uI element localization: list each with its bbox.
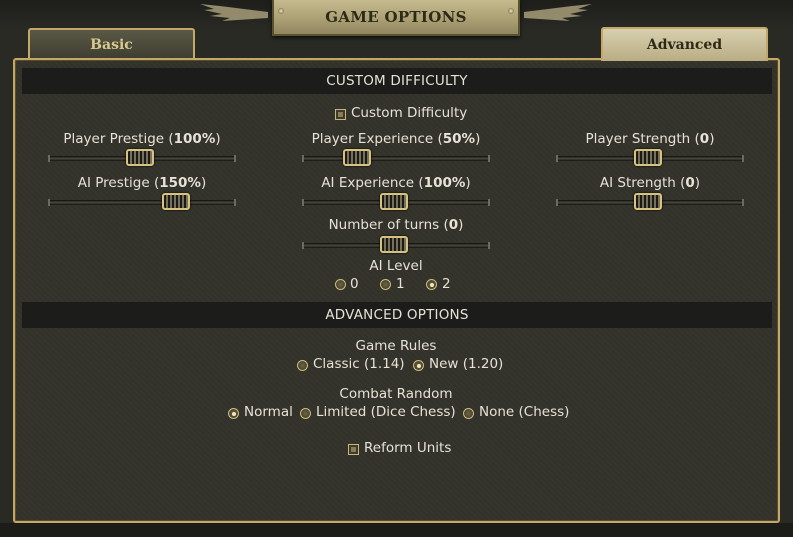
player-experience-label: Player Experience (50%): [311, 131, 481, 147]
game-rules-option-new: New (1.20): [429, 356, 504, 372]
number-of-turns-label: Number of turns (0): [328, 217, 464, 233]
ai-level-option-1: 1: [396, 276, 405, 292]
slider-track: [48, 199, 236, 206]
tab-basic[interactable]: Basic: [28, 28, 195, 60]
reform-units-checkbox[interactable]: [348, 444, 359, 455]
number-of-turns-slider[interactable]: [302, 236, 490, 253]
custom-difficulty-label: Custom Difficulty: [351, 105, 468, 121]
combat-random-option-limited: Limited (Dice Chess): [316, 404, 456, 420]
ai-level-option-0: 0: [350, 276, 359, 292]
ai-level-radio-2[interactable]: [426, 279, 437, 290]
game-rules-label: Game Rules: [355, 338, 437, 354]
ai-level-option-2: 2: [442, 276, 451, 292]
custom-difficulty-checkbox[interactable]: [335, 109, 346, 120]
game-rules-radio-classic[interactable]: [297, 360, 308, 371]
ai-experience-slider[interactable]: [302, 193, 490, 210]
page-title: GAME OPTIONS: [325, 8, 467, 26]
combat-random-label: Combat Random: [339, 386, 453, 402]
ai-level-radio-1[interactable]: [380, 279, 391, 290]
ai-prestige-slider[interactable]: [48, 193, 236, 210]
slider-handle[interactable]: [380, 193, 408, 210]
combat-random-radio-limited[interactable]: [300, 408, 311, 419]
slider-handle[interactable]: [634, 149, 662, 166]
rivet-icon: [508, 8, 514, 14]
advanced-options-header: ADVANCED OPTIONS: [22, 302, 772, 328]
ai-strength-slider[interactable]: [556, 193, 744, 210]
slider-handle[interactable]: [380, 236, 408, 253]
combat-random-radio-none[interactable]: [463, 408, 474, 419]
tab-advanced-label: Advanced: [646, 37, 723, 53]
game-rules-radio-new[interactable]: [413, 360, 424, 371]
slider-track: [302, 155, 490, 162]
player-prestige-label: Player Prestige (100%): [63, 131, 221, 147]
slider-handle[interactable]: [343, 149, 371, 166]
player-strength-label: Player Strength (0): [585, 131, 715, 147]
combat-random-radio-normal[interactable]: [228, 408, 239, 419]
bottom-strip: [0, 523, 793, 537]
ai-experience-label: AI Experience (100%): [321, 175, 471, 191]
combat-random-option-normal: Normal: [244, 404, 293, 420]
ai-strength-label: AI Strength (0): [599, 175, 701, 191]
player-experience-slider[interactable]: [302, 149, 490, 166]
slider-handle[interactable]: [162, 193, 190, 210]
custom-difficulty-header: CUSTOM DIFFICULTY: [22, 68, 772, 94]
ai-prestige-label: AI Prestige (150%): [77, 175, 207, 191]
game-rules-option-classic: Classic (1.14): [313, 356, 405, 372]
tab-basic-label: Basic: [90, 37, 133, 53]
ai-level-label: AI Level: [369, 258, 423, 274]
ai-level-radio-0[interactable]: [335, 279, 346, 290]
title-plate: GAME OPTIONS: [272, 0, 520, 36]
tab-advanced[interactable]: Advanced: [601, 27, 768, 61]
reform-units-label: Reform Units: [364, 440, 452, 456]
left-wing-emblem-icon: [200, 4, 268, 21]
right-wing-emblem-icon: [524, 4, 592, 21]
player-prestige-slider[interactable]: [48, 149, 236, 166]
player-strength-slider[interactable]: [556, 149, 744, 166]
slider-handle[interactable]: [634, 193, 662, 210]
rivet-icon: [278, 8, 284, 14]
slider-handle[interactable]: [126, 149, 154, 166]
combat-random-option-none: None (Chess): [479, 404, 570, 420]
